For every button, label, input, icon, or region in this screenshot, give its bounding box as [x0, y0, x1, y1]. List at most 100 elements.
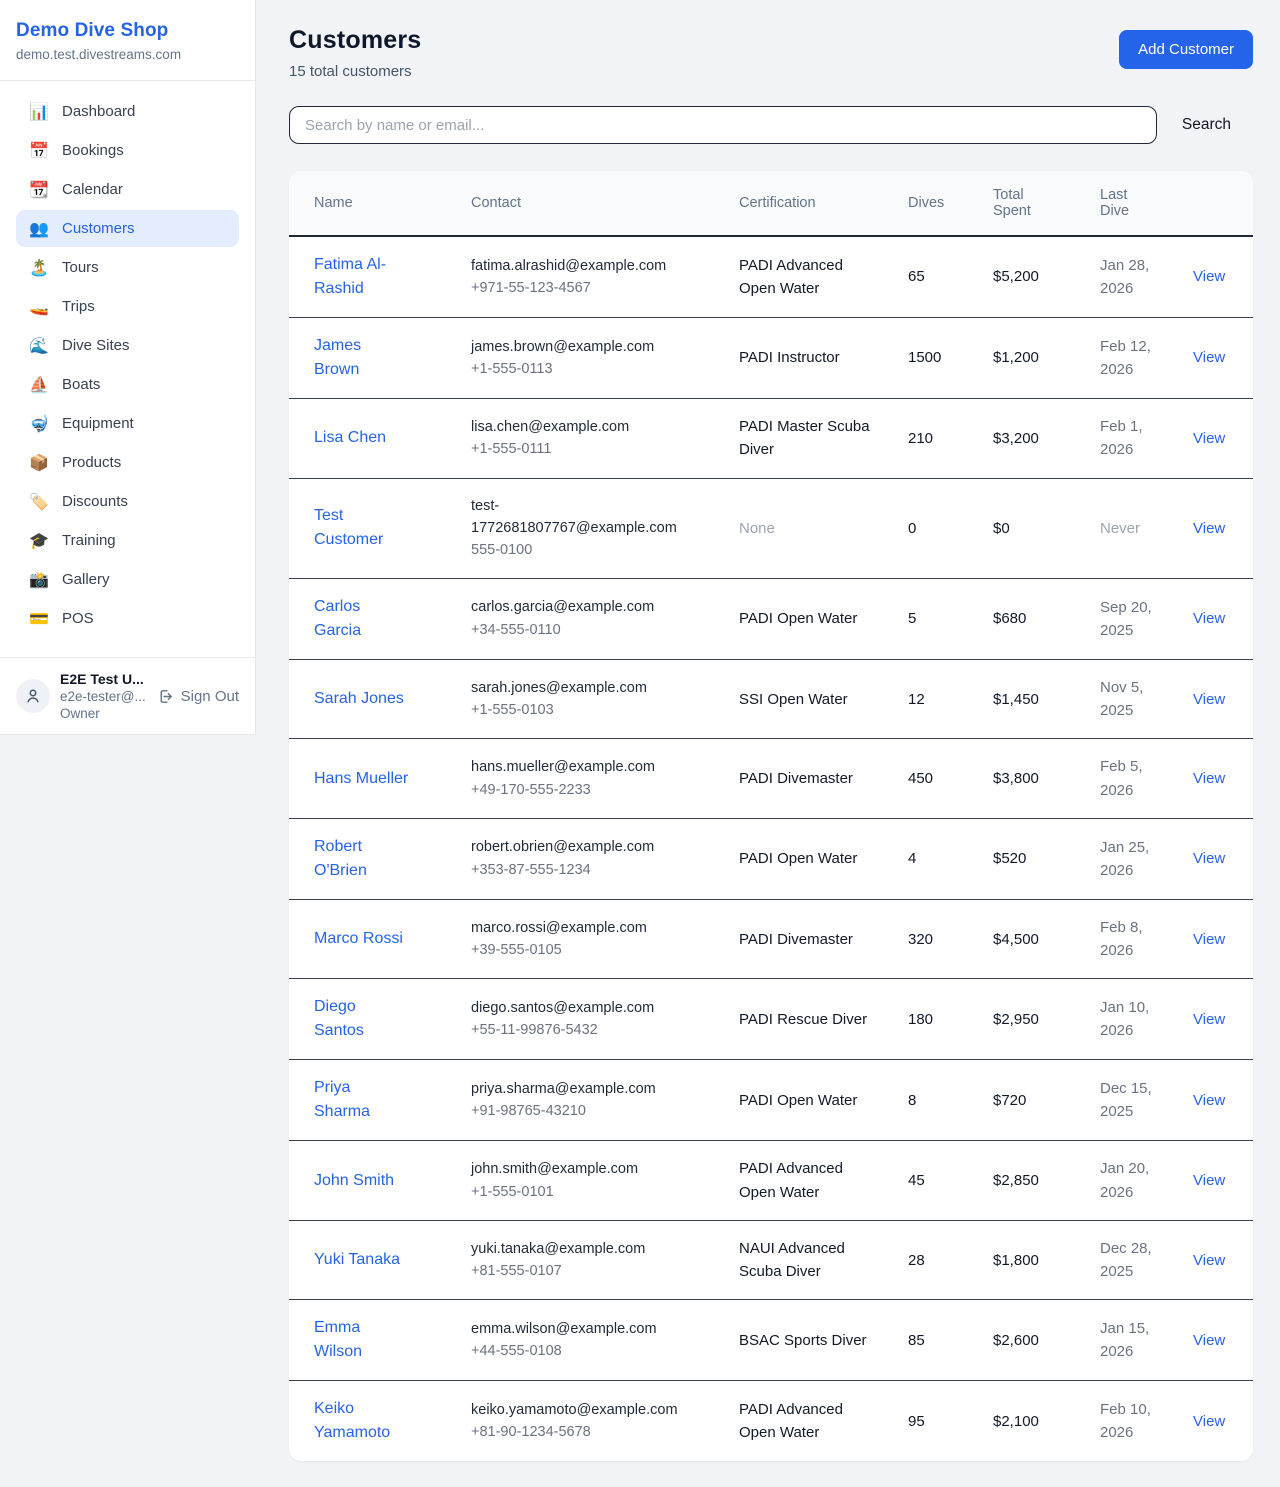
credit-card-icon: 💳: [29, 611, 49, 627]
view-link[interactable]: View: [1193, 1252, 1225, 1269]
customer-name-link[interactable]: Lisa Chen: [314, 429, 386, 446]
sidebar-item-customers[interactable]: 👥 Customers: [16, 210, 239, 247]
customer-total-spent: $1,450: [981, 659, 1088, 739]
customer-dives: 85: [896, 1300, 981, 1381]
view-link[interactable]: View: [1193, 268, 1225, 285]
view-link[interactable]: View: [1193, 349, 1225, 366]
view-link[interactable]: View: [1193, 430, 1225, 447]
view-link[interactable]: View: [1193, 610, 1225, 627]
customer-email: test-1772681807767@example.com: [471, 495, 676, 540]
customer-name-link[interactable]: Fatima Al-Rashid: [314, 280, 410, 297]
customer-row: Test Customer test-1772681807767@example…: [289, 478, 1253, 578]
sidebar-item-boats[interactable]: ⛵ Boats: [16, 366, 239, 403]
sidebar-item-label: Discounts: [62, 493, 128, 510]
search-button[interactable]: Search: [1182, 116, 1231, 134]
view-link[interactable]: View: [1193, 931, 1225, 948]
sign-out-label: Sign Out: [181, 688, 239, 705]
customer-phone: 555-0100: [471, 539, 715, 561]
customer-row: Diego Santos diego.santos@example.com +5…: [289, 979, 1253, 1060]
sidebar-item-label: Trips: [62, 298, 95, 315]
view-link[interactable]: View: [1193, 770, 1225, 787]
customer-name-link[interactable]: Test Customer: [314, 531, 410, 548]
table-header: Name Contact Certification Dives Total S…: [289, 171, 1253, 236]
sidebar-item-label: Products: [62, 454, 121, 471]
customer-phone: +1-555-0113: [471, 358, 715, 380]
sign-out-icon: [157, 688, 174, 705]
customer-total-spent: $5,200: [981, 236, 1088, 318]
customer-row: Lisa Chen lisa.chen@example.com +1-555-0…: [289, 399, 1253, 479]
customer-email: carlos.garcia@example.com: [471, 596, 676, 618]
water-wave-icon: 🌊: [29, 338, 49, 354]
customer-email: diego.santos@example.com: [471, 997, 676, 1019]
customer-row: Fatima Al-Rashid fatima.alrashid@example…: [289, 236, 1253, 318]
sidebar-item-products[interactable]: 📦 Products: [16, 444, 239, 481]
page-header-text: Customers 15 total customers: [289, 26, 421, 80]
customers-table-card: Name Contact Certification Dives Total S…: [289, 171, 1253, 1461]
busts-people-icon: 👥: [29, 221, 49, 237]
customer-certification: PADI Divemaster: [739, 928, 853, 951]
view-link[interactable]: View: [1193, 520, 1225, 537]
customer-email: john.smith@example.com: [471, 1158, 676, 1180]
customer-dives: 12: [896, 659, 981, 739]
sidebar-item-dashboard[interactable]: 📊 Dashboard: [16, 93, 239, 130]
customer-phone: +91-98765-43210: [471, 1100, 715, 1122]
customer-certification: PADI Advanced Open Water: [739, 1157, 873, 1204]
customer-dives: 210: [896, 399, 981, 479]
customer-last-dive: Jan 15, 2026: [1100, 1317, 1162, 1364]
col-header-contact: Contact: [459, 171, 727, 236]
search-input[interactable]: [289, 106, 1157, 144]
customer-phone: +81-90-1234-5678: [471, 1421, 715, 1443]
customer-last-dive: Jan 10, 2026: [1100, 996, 1162, 1043]
sidebar-item-trips[interactable]: 🚤 Trips: [16, 288, 239, 325]
sidebar-item-dive-sites[interactable]: 🌊 Dive Sites: [16, 327, 239, 364]
customer-name-link[interactable]: Robert O'Brien: [314, 862, 410, 879]
customer-name-link[interactable]: John Smith: [314, 1172, 394, 1189]
sidebar-item-calendar[interactable]: 📆 Calendar: [16, 171, 239, 208]
customer-row: Sarah Jones sarah.jones@example.com +1-5…: [289, 659, 1253, 739]
customer-name-link[interactable]: Carlos Garcia: [314, 622, 410, 639]
view-link[interactable]: View: [1193, 1011, 1225, 1028]
sidebar-item-pos[interactable]: 💳 POS: [16, 600, 239, 637]
customer-name-link[interactable]: Yuki Tanaka: [314, 1251, 400, 1268]
customer-total-spent: $2,950: [981, 979, 1088, 1060]
view-link[interactable]: View: [1193, 1332, 1225, 1349]
view-link[interactable]: View: [1193, 1092, 1225, 1109]
view-link[interactable]: View: [1193, 691, 1225, 708]
col-header-dives: Dives: [896, 171, 981, 236]
sidebar-item-discounts[interactable]: 🏷️ Discounts: [16, 483, 239, 520]
customer-phone: +1-555-0103: [471, 699, 715, 721]
customer-name-link[interactable]: James Brown: [314, 361, 410, 378]
sidebar-item-tours[interactable]: 🏝️ Tours: [16, 249, 239, 286]
customer-name-link[interactable]: Diego Santos: [314, 1022, 410, 1039]
customer-dives: 0: [896, 478, 981, 578]
view-link[interactable]: View: [1193, 1413, 1225, 1430]
customer-name-link[interactable]: Priya Sharma: [314, 1103, 410, 1120]
view-link[interactable]: View: [1193, 1172, 1225, 1189]
sidebar-item-label: Dashboard: [62, 103, 135, 120]
customer-email: marco.rossi@example.com: [471, 917, 676, 939]
sidebar-item-label: Customers: [62, 220, 135, 237]
view-link[interactable]: View: [1193, 850, 1225, 867]
customer-dives: 180: [896, 979, 981, 1060]
shop-header: Demo Dive Shop demo.test.divestreams.com: [0, 0, 255, 81]
sidebar-item-gallery[interactable]: 📸 Gallery: [16, 561, 239, 598]
customer-name-link[interactable]: Hans Mueller: [314, 770, 408, 787]
add-customer-button[interactable]: Add Customer: [1119, 30, 1253, 69]
user-email: e2e-tester@...: [60, 689, 147, 704]
customer-email: keiko.yamamoto@example.com: [471, 1399, 676, 1421]
customer-email: robert.obrien@example.com: [471, 836, 676, 858]
customer-name-link[interactable]: Emma Wilson: [314, 1343, 410, 1360]
sidebar-item-bookings[interactable]: 📅 Bookings: [16, 132, 239, 169]
customer-name-link[interactable]: Marco Rossi: [314, 930, 403, 947]
sign-out-button[interactable]: Sign Out: [157, 688, 239, 705]
customer-name-link[interactable]: Sarah Jones: [314, 690, 404, 707]
customer-name-link[interactable]: Keiko Yamamoto: [314, 1424, 410, 1441]
customer-last-dive: Feb 8, 2026: [1100, 916, 1162, 963]
shop-name: Demo Dive Shop: [16, 20, 239, 42]
sidebar-item-training[interactable]: 🎓 Training: [16, 522, 239, 559]
customer-row: Yuki Tanaka yuki.tanaka@example.com +81-…: [289, 1220, 1253, 1300]
tear-off-calendar-icon: 📆: [29, 182, 49, 198]
col-header-actions: [1181, 171, 1253, 236]
customer-row: Marco Rossi marco.rossi@example.com +39-…: [289, 899, 1253, 979]
sidebar-item-equipment[interactable]: 🤿 Equipment: [16, 405, 239, 442]
